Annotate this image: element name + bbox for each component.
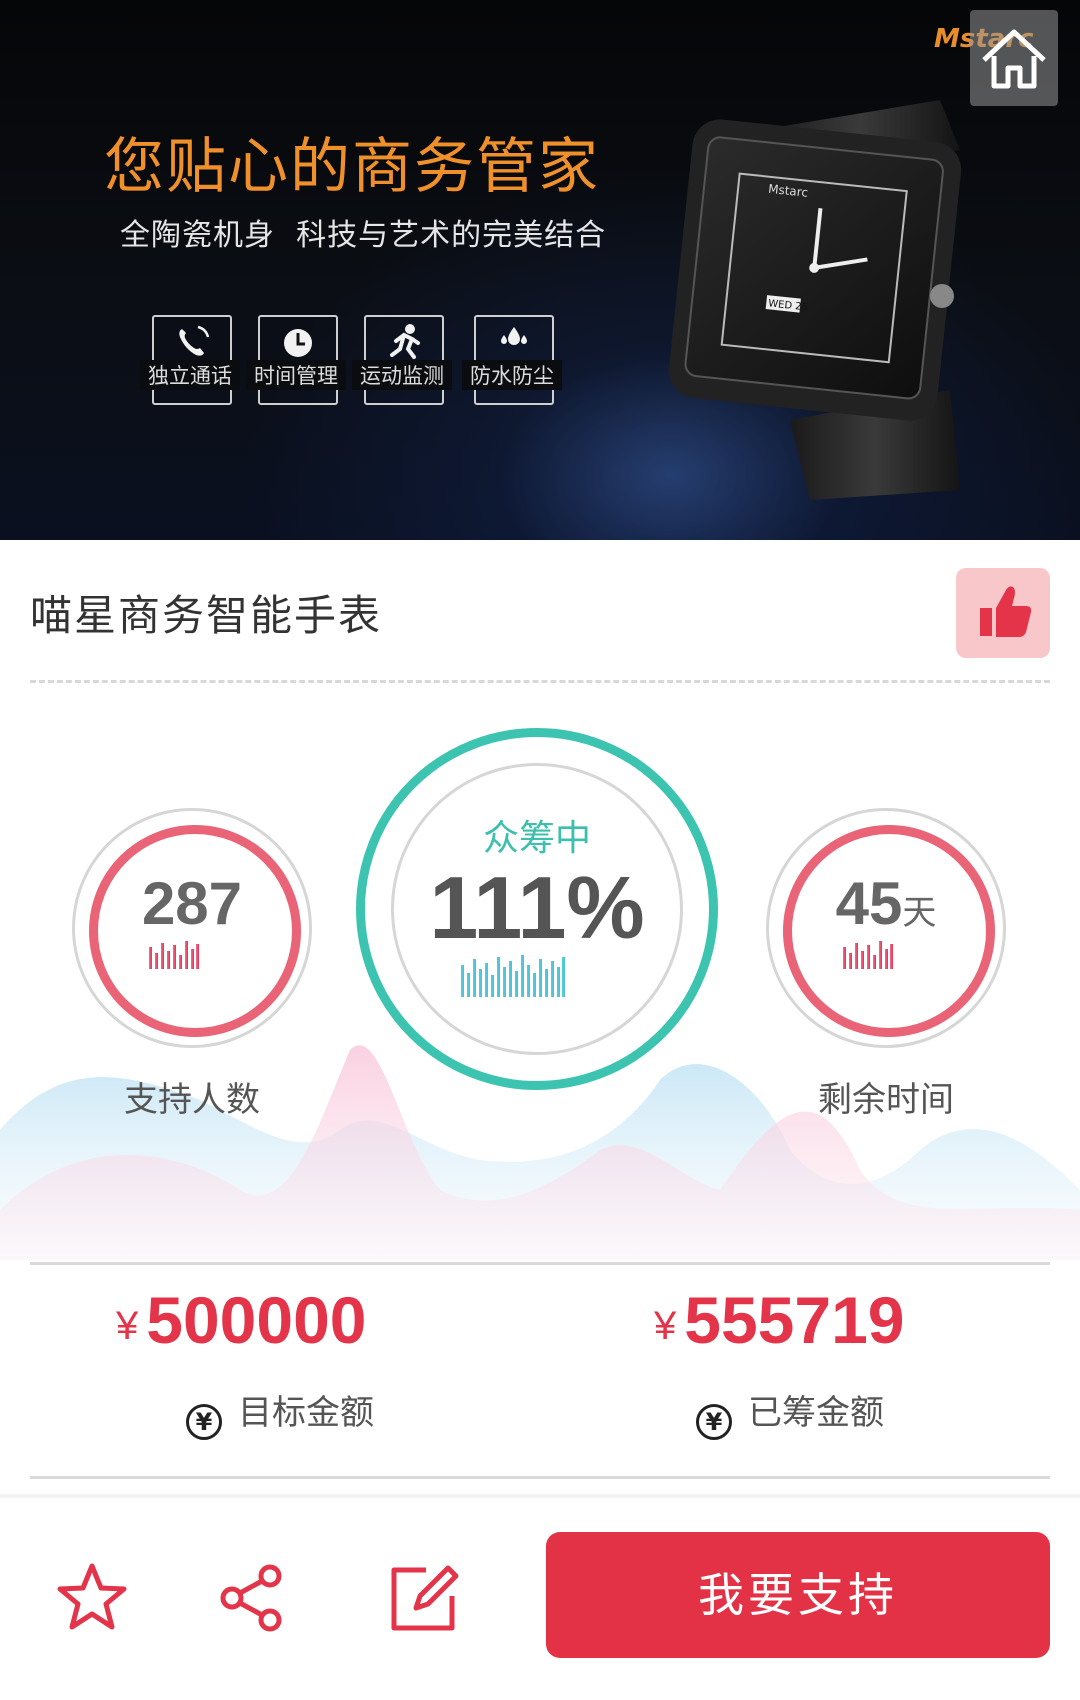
edit-icon[interactable]: [386, 1560, 462, 1636]
watch-image: Mstarc WED 25: [668, 100, 962, 500]
target-amount-value: 500000: [146, 1283, 367, 1357]
yen-circle-icon: ¥: [696, 1404, 732, 1440]
feature-label-call: 独立通话: [140, 360, 240, 390]
raised-amount-label-row: ¥ 已筹金额: [696, 1385, 884, 1440]
banner-subline: 全陶瓷机身 科技与艺术的完美结合: [120, 218, 607, 253]
banner-headline: 您贴心的商务管家: [104, 132, 600, 202]
feature-label-time: 时间管理: [246, 360, 346, 390]
home-button[interactable]: [970, 10, 1058, 106]
like-button[interactable]: [956, 568, 1050, 658]
bars-icon: [843, 941, 893, 969]
remaining-days: 45天: [769, 869, 1003, 938]
product-title: 喵星商务智能手表: [30, 591, 383, 640]
thumbs-up-icon: [980, 586, 1032, 637]
supporters-label: 支持人数: [124, 1080, 260, 1120]
remaining-days-unit: 天: [902, 894, 937, 932]
remaining-days-value: 45: [835, 870, 903, 937]
product-banner: 您贴心的商务管家 全陶瓷机身 科技与艺术的完美结合 独立通话 时间管理 运动监测…: [0, 0, 1080, 540]
supporters-count: 287: [141, 870, 243, 937]
star-icon[interactable]: [54, 1560, 130, 1636]
supporters-ring: 287: [72, 808, 312, 1048]
feature-label-waterproof: 防水防尘: [462, 360, 562, 390]
raised-amount: ¥555719: [654, 1282, 905, 1358]
feature-label-sport: 运动监测: [352, 360, 452, 390]
raised-amount-value: 555719: [684, 1283, 905, 1357]
funding-ring: 众筹中 111%: [356, 728, 718, 1090]
amount-top-divider: [30, 1262, 1050, 1265]
remaining-label: 剩余时间: [818, 1080, 954, 1120]
title-divider: [30, 680, 1050, 683]
yen-circle-icon: ¥: [186, 1404, 222, 1440]
bars-icon: [461, 955, 565, 997]
share-icon[interactable]: [214, 1560, 290, 1636]
funding-status: 众筹中: [482, 818, 591, 859]
funding-percent: 111%: [429, 858, 645, 957]
bars-icon: [149, 941, 199, 969]
raised-amount-label: 已筹金额: [748, 1393, 884, 1433]
currency-symbol: ¥: [654, 1304, 677, 1348]
support-button[interactable]: 我要支持: [546, 1532, 1050, 1658]
target-amount: ¥500000: [116, 1282, 367, 1358]
remaining-ring: 45天: [766, 808, 1006, 1048]
currency-symbol: ¥: [116, 1304, 139, 1348]
target-amount-label-row: ¥ 目标金额: [186, 1385, 374, 1440]
target-amount-label: 目标金额: [238, 1393, 374, 1433]
amount-bottom-divider: [30, 1476, 1050, 1479]
home-icon: [982, 29, 1046, 89]
